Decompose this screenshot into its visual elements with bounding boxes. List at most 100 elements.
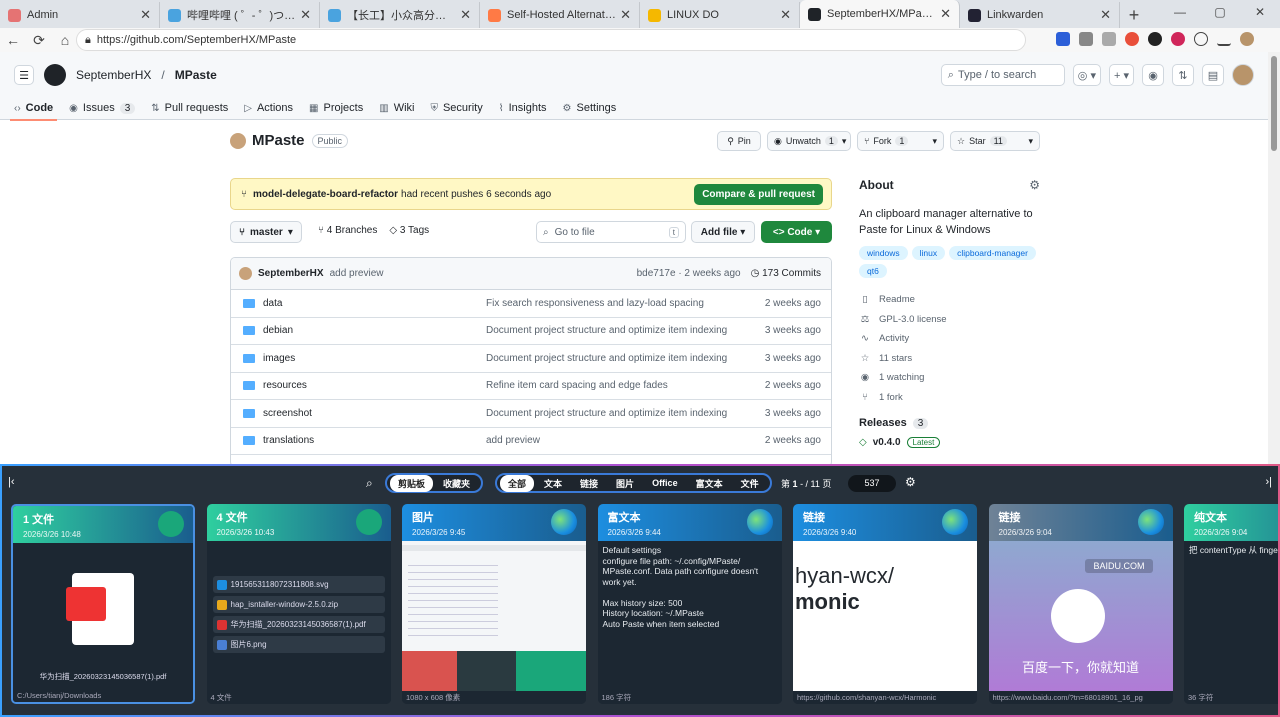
- clipboard-card[interactable]: 纯文本 2026/3/26 9:04 把 contentType 从 fingerp…: [1184, 504, 1278, 704]
- search-icon[interactable]: ⌕: [366, 476, 373, 491]
- about-link[interactable]: ∿ Activity: [859, 329, 1040, 349]
- user-avatar[interactable]: [1232, 64, 1254, 86]
- extension-icon[interactable]: [1056, 32, 1070, 46]
- pin-button[interactable]: ⚲ Pin: [717, 131, 761, 151]
- filter-tab[interactable]: 文件: [733, 475, 767, 492]
- copilot-button[interactable]: ◎ ▾: [1072, 64, 1101, 86]
- about-link[interactable]: ⑂ 1 fork: [859, 388, 1040, 408]
- board-tab[interactable]: 收藏夹: [435, 475, 478, 492]
- history-icon[interactable]: [1194, 32, 1208, 46]
- tab-insights[interactable]: ⌇ Insights: [499, 96, 547, 120]
- close-tab-icon[interactable]: ✕: [140, 7, 151, 23]
- tab-settings[interactable]: ⚙ Settings: [563, 96, 617, 120]
- commit-message[interactable]: Refine item card spacing and edge fades: [486, 380, 746, 391]
- commit-message[interactable]: add preview: [486, 435, 746, 446]
- close-window-icon[interactable]: ✕: [1240, 0, 1280, 24]
- file-name[interactable]: translations: [263, 435, 486, 446]
- star-button[interactable]: ☆ Star 11 ▾: [950, 131, 1040, 151]
- file-name[interactable]: screenshot: [263, 408, 486, 419]
- clipboard-card[interactable]: 图片 2026/3/26 9:45 1080 x 608 像素: [402, 504, 586, 704]
- gear-icon[interactable]: ⚙: [1029, 178, 1040, 192]
- about-link[interactable]: ☆ 11 stars: [859, 349, 1040, 369]
- search-input[interactable]: ⌕ Type / to search: [940, 64, 1065, 86]
- browser-tab[interactable]: SeptemberHX/MPaste: An clipboard...✕: [800, 0, 960, 28]
- filter-tab[interactable]: 全部: [500, 474, 535, 492]
- repo-title[interactable]: MPaste: [252, 132, 305, 149]
- github-logo-icon[interactable]: [44, 64, 66, 86]
- table-row[interactable]: images Document project structure and opt…: [231, 345, 831, 373]
- table-row[interactable]: debian Document project structure and opt…: [231, 318, 831, 345]
- inbox-icon[interactable]: ▤: [1202, 64, 1224, 86]
- fork-button[interactable]: ⑂ Fork 1 ▾: [857, 131, 944, 151]
- commit-message[interactable]: add preview: [330, 268, 384, 279]
- minimize-icon[interactable]: —: [1160, 0, 1200, 24]
- reload-icon[interactable]: ⟳: [26, 32, 52, 49]
- menu-icon[interactable]: ☰: [14, 65, 34, 85]
- clipboard-card[interactable]: 链接 2026/3/26 9:40 hyan-wcx/monic https://gi…: [793, 504, 977, 704]
- tab-wiki[interactable]: ▥ Wiki: [379, 96, 414, 120]
- repo-owner-link[interactable]: SeptemberHX: [76, 68, 151, 82]
- pull-requests-icon[interactable]: ⇅: [1172, 64, 1194, 86]
- commit-message[interactable]: Document project structure and optimize …: [486, 325, 746, 336]
- page-scrollbar[interactable]: [1268, 52, 1280, 464]
- extension-icon[interactable]: [1171, 32, 1185, 46]
- file-name[interactable]: images: [263, 353, 486, 364]
- code-button[interactable]: <> Code ▾: [761, 221, 832, 243]
- about-link[interactable]: ◉ 1 watching: [859, 368, 1040, 388]
- filter-tab[interactable]: 链接: [572, 475, 606, 492]
- topic-tag[interactable]: windows: [859, 246, 908, 260]
- branch-selector[interactable]: ⑂ master ▾: [230, 221, 302, 243]
- tab-actions[interactable]: ▷ Actions: [244, 96, 293, 120]
- chevron-down-icon[interactable]: ▾: [932, 136, 937, 147]
- tab-security[interactable]: ⛨ Security: [430, 96, 482, 120]
- tab-projects[interactable]: ▦ Projects: [309, 96, 363, 120]
- repo-name-link[interactable]: MPaste: [175, 68, 217, 82]
- commit-message[interactable]: Fix search responsiveness and lazy-load …: [486, 298, 746, 309]
- clipboard-card[interactable]: 4 文件 2026/3/26 10:43 1915653118072311808.s…: [206, 504, 391, 704]
- tab-code[interactable]: ‹› Code: [9, 96, 58, 121]
- browser-tab[interactable]: 哔哩哔哩 ( ゜- ゜)つロ 干杯~-bilibili ✕: [160, 2, 320, 28]
- filter-tab[interactable]: 富文本: [688, 475, 731, 492]
- maximize-icon[interactable]: ▢: [1200, 0, 1240, 24]
- close-tab-icon[interactable]: ✕: [940, 6, 951, 22]
- latest-release[interactable]: ◇ v0.4.0 Latest: [859, 437, 1040, 448]
- clipboard-card[interactable]: 1 文件 2026/3/26 10:48 华为扫描_2026032314503658…: [11, 504, 195, 704]
- collapse-right-icon[interactable]: ›|: [1265, 476, 1272, 488]
- extension-icon[interactable]: [1125, 32, 1139, 46]
- chevron-down-icon[interactable]: ▾: [842, 136, 847, 147]
- releases-heading[interactable]: Releases 3: [859, 417, 1040, 429]
- commit-message[interactable]: Document project structure and optimize …: [486, 353, 746, 364]
- new-tab-button[interactable]: +: [1120, 2, 1148, 28]
- close-tab-icon[interactable]: ✕: [780, 7, 791, 23]
- home-icon[interactable]: ⌂: [52, 32, 78, 48]
- collapse-left-icon[interactable]: |‹: [8, 476, 15, 488]
- tab-pull-requests[interactable]: ⇅ Pull requests: [151, 96, 228, 120]
- commit-author[interactable]: SeptemberHX: [258, 268, 324, 279]
- extension-icon[interactable]: [1148, 32, 1162, 46]
- back-icon[interactable]: ←: [0, 32, 26, 48]
- tab-issues[interactable]: ◉ Issues 3: [69, 96, 136, 120]
- commits-link[interactable]: ◷ 173 Commits: [751, 268, 821, 279]
- close-tab-icon[interactable]: ✕: [300, 7, 311, 23]
- page-number[interactable]: 1: [793, 479, 798, 489]
- table-row[interactable]: screenshot Document project structure and…: [231, 400, 831, 428]
- table-row[interactable]: resources Refine item card spacing and ed…: [231, 373, 831, 400]
- about-link[interactable]: ⚖ GPL-3.0 license: [859, 310, 1040, 330]
- commit-hash[interactable]: bde717e · 2 weeks ago: [637, 268, 741, 279]
- browser-tab[interactable]: Admin ✕: [0, 2, 160, 28]
- url-field[interactable]: 🔒︎ https://github.com/SeptemberHX/MPaste: [76, 29, 1026, 51]
- close-tab-icon[interactable]: ✕: [620, 7, 631, 23]
- browser-tab[interactable]: Self-Hosted Alternatives to Popular... ✕: [480, 2, 640, 28]
- tags-link[interactable]: ◇ 3 Tags: [389, 225, 429, 236]
- create-new-button[interactable]: + ▾: [1108, 64, 1134, 86]
- profile-avatar[interactable]: [1240, 32, 1254, 46]
- clipboard-card[interactable]: 富文本 2026/3/26 9:44 Default settings configu…: [597, 504, 782, 704]
- board-tab[interactable]: 剪贴板: [390, 474, 434, 492]
- topic-tag[interactable]: linux: [911, 246, 946, 260]
- pushed-branch-link[interactable]: model-delegate-board-refactor: [253, 189, 398, 200]
- browser-tab[interactable]: 【长工】小众高分美剧，人死后会...✕: [320, 2, 480, 28]
- extension-icon[interactable]: [1102, 32, 1116, 46]
- scrollbar-thumb[interactable]: [1271, 56, 1277, 151]
- download-icon[interactable]: [1217, 32, 1231, 46]
- browser-tab[interactable]: LINUX DO ✕: [640, 2, 800, 28]
